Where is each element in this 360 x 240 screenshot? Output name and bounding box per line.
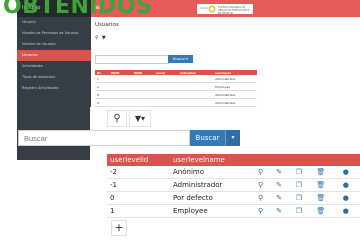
user-icon[interactable]: ●: [343, 181, 349, 189]
logo-seal-icon: [208, 5, 216, 13]
users-table: ID USER PASS email activated userlevel 1…: [95, 70, 257, 107]
sidebar-menu: Usuario Niveles de Permisos de Usuario N…: [17, 17, 91, 94]
row-level: Administrator: [213, 75, 257, 83]
row-userlevelname: Anónimo: [170, 166, 255, 179]
sidebar-item-registro[interactable]: Registro Actividades: [17, 83, 91, 94]
logo-subtitle: COLEGIO NACIONAL DE ABOGADOS ESPECIALIST…: [218, 6, 250, 15]
row-userlevelid: 1: [107, 204, 170, 218]
table-row: 8 Administrator: [95, 90, 257, 99]
row-id: 9: [95, 98, 109, 107]
sidebar-item-permisos[interactable]: Niveles de Permisos de Usuario: [17, 28, 91, 39]
col-userlevelname[interactable]: userlevelname: [170, 154, 255, 166]
user-icon[interactable]: ●: [343, 168, 349, 176]
small-toolbar: ⚲ ▼: [95, 35, 355, 41]
row-userlevelid: -1: [107, 178, 170, 192]
trash-icon[interactable]: 🗑: [316, 168, 325, 176]
row-id: 8: [95, 90, 109, 99]
userlevels-table: userlevelid userlevelname -2 Anónimo ⚲ ✎…: [107, 154, 360, 218]
trash-icon[interactable]: 🗑: [316, 194, 325, 202]
filter-icon: ▼▾: [134, 114, 146, 123]
add-button[interactable]: +: [111, 220, 127, 236]
row-userlevelid: 0: [107, 191, 170, 205]
magnifier-icon[interactable]: ⚲: [258, 194, 263, 202]
sidebar-item-usuarios[interactable]: Usuarios: [17, 50, 91, 61]
search-icon[interactable]: ⚲: [95, 35, 99, 41]
copy-icon[interactable]: ❐: [296, 181, 302, 189]
table-row: 2 Employee: [95, 82, 257, 91]
row-level: Administrator: [213, 98, 257, 107]
filter-button[interactable]: ▼▾: [129, 110, 151, 127]
search-toggle-button[interactable]: ⚲: [107, 110, 127, 127]
row-userlevelid: -2: [107, 166, 170, 179]
table-row: 9 Administrator: [95, 98, 257, 107]
pencil-icon[interactable]: ✎: [276, 168, 282, 176]
search-icon: ⚲: [113, 113, 121, 124]
sidebar-item-actividades[interactable]: Actividades: [17, 61, 91, 72]
pencil-icon[interactable]: ✎: [276, 194, 282, 202]
content-area: Usuarios ⚲ ▼ Buscar ▾ ID USER PASS email…: [95, 20, 355, 107]
row-level: Administrator: [213, 90, 257, 99]
logo: IURÍDICO COLEGIO NACIONAL DE ABOGADOS ES…: [197, 4, 253, 15]
plus-icon: +: [114, 221, 124, 234]
row-userlevelname: Administrador: [170, 178, 255, 192]
row-level: Employee: [213, 82, 257, 91]
search-input[interactable]: [18, 130, 190, 146]
table-row: -1 Administrador ⚲ ✎ ❐ 🗑 ●: [107, 178, 360, 192]
filter-icon[interactable]: ▼: [102, 35, 106, 41]
row-id: 2: [95, 82, 109, 91]
copy-icon[interactable]: ❐: [296, 168, 302, 176]
table-row: 1 Administrator: [95, 75, 257, 83]
row-userlevelname: Employee: [170, 204, 255, 218]
chevron-down-icon: ▾: [231, 134, 235, 141]
user-icon[interactable]: ●: [343, 194, 349, 202]
col-userlevelid[interactable]: userlevelid: [107, 154, 170, 166]
sidebar-item-tipos-asesorias[interactable]: Tipos de asesorías: [17, 72, 91, 83]
row-id: 1: [95, 75, 109, 83]
copy-icon[interactable]: ❐: [296, 207, 302, 215]
banner-title: OBTENIDOS: [3, 0, 153, 19]
table-row: -2 Anónimo ⚲ ✎ ❐ 🗑 ●: [107, 166, 360, 179]
pencil-icon[interactable]: ✎: [276, 181, 282, 189]
table-row: 1 Employee ⚲ ✎ ❐ 🗑 ●: [107, 204, 360, 218]
row-userlevelname: Por defecto: [170, 191, 255, 205]
page-title: Usuarios: [95, 22, 119, 28]
search-button[interactable]: Buscar: [190, 130, 225, 146]
magnifier-icon[interactable]: ⚲: [258, 168, 263, 176]
search-dropdown-button[interactable]: ▾: [225, 130, 240, 146]
user-icon[interactable]: ●: [343, 207, 349, 215]
magnifier-icon[interactable]: ⚲: [258, 181, 263, 189]
trash-icon[interactable]: 🗑: [316, 207, 325, 215]
small-search-button[interactable]: Buscar ▾: [168, 55, 193, 63]
trash-icon[interactable]: 🗑: [316, 181, 325, 189]
copy-icon[interactable]: ❐: [296, 194, 302, 202]
pencil-icon[interactable]: ✎: [276, 207, 282, 215]
sidebar-item-niveles[interactable]: Niveles de Usuario: [17, 39, 91, 50]
small-search-input[interactable]: [95, 55, 169, 64]
magnifier-icon[interactable]: ⚲: [258, 207, 263, 215]
table-row: 0 Por defecto ⚲ ✎ ❐ 🗑 ●: [107, 191, 360, 205]
